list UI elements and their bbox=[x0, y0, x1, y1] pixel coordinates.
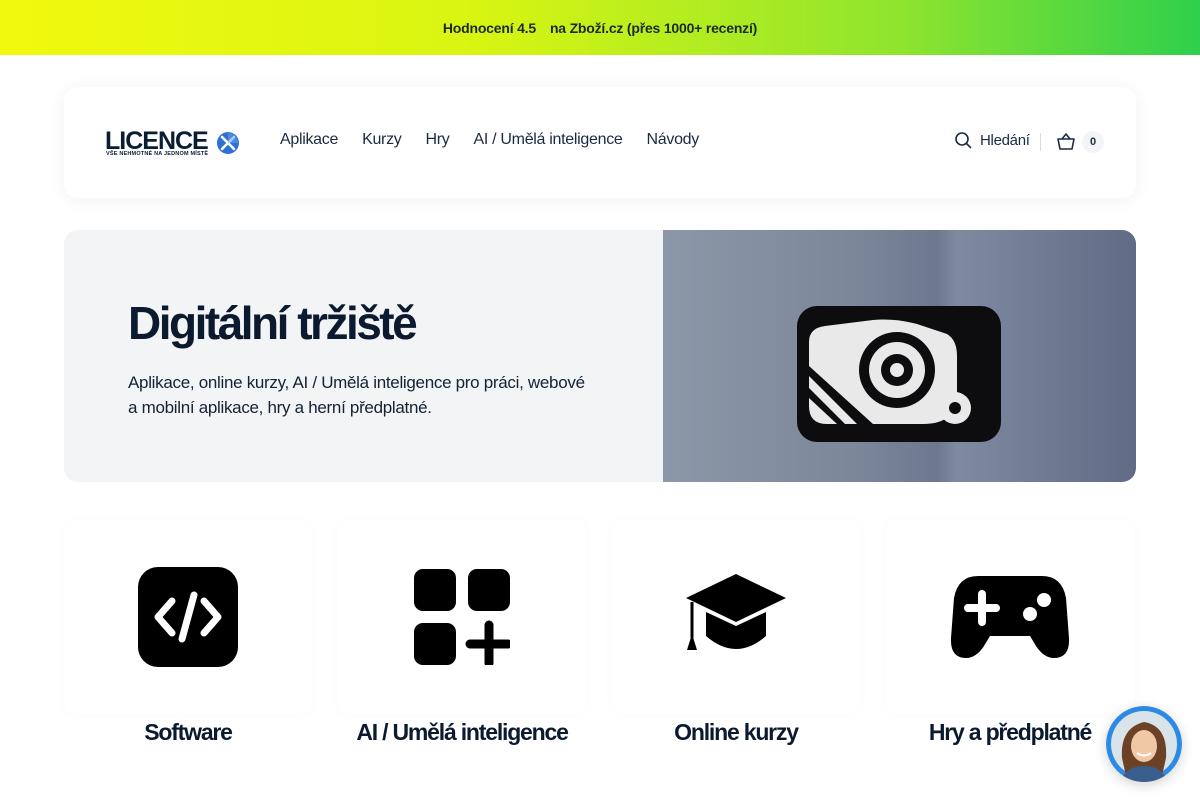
category-image bbox=[64, 520, 312, 714]
nav-item-ai[interactable]: AI / Umělá inteligence bbox=[473, 131, 622, 149]
category-ai[interactable]: AI / Umělá inteligence bbox=[338, 520, 586, 760]
category-image bbox=[612, 520, 860, 714]
search-label: Hledání bbox=[980, 131, 1030, 149]
hero-image bbox=[663, 230, 1136, 482]
category-software[interactable]: Software bbox=[64, 520, 312, 760]
main-nav: Aplikace Kurzy Hry AI / Umělá inteligenc… bbox=[280, 131, 699, 149]
nav-item-aplikace[interactable]: Aplikace bbox=[280, 131, 338, 149]
logo-mark-icon bbox=[217, 132, 239, 154]
promo-source[interactable]: na Zboží.cz (přes 1000+ recenzí) bbox=[550, 20, 757, 36]
apps-add-icon bbox=[414, 569, 510, 665]
nav-item-kurzy[interactable]: Kurzy bbox=[362, 131, 402, 149]
logo[interactable]: LICENCE VŠE NEHMOTNÉ NA JEDNOM MÍSTĚ bbox=[105, 128, 241, 160]
code-icon bbox=[138, 567, 238, 667]
cart-button[interactable]: 0 bbox=[1056, 130, 1106, 154]
header-divider bbox=[1040, 133, 1041, 151]
category-online-kurzy[interactable]: Online kurzy bbox=[612, 520, 860, 760]
search-icon bbox=[955, 132, 972, 149]
category-image bbox=[338, 520, 586, 714]
category-label: Software bbox=[144, 719, 233, 745]
category-image bbox=[886, 520, 1134, 714]
gamepad-icon bbox=[950, 576, 1070, 658]
chat-assistant-avatar[interactable] bbox=[1106, 706, 1182, 782]
graduation-cap-icon bbox=[686, 574, 786, 650]
assistant-portrait-icon bbox=[1106, 706, 1182, 782]
promo-bar: Hodnocení 4.5 na Zboží.cz (přes 1000+ re… bbox=[0, 0, 1200, 55]
promo-rating: Hodnocení 4.5 bbox=[442, 19, 536, 36]
hero-title: Digitální tržiště bbox=[128, 297, 418, 349]
site-header: LICENCE VŠE NEHMOTNÉ NA JEDNOM MÍSTĚ Apl… bbox=[64, 87, 1136, 198]
category-grid: Software AI / Umělá inteligence Online k… bbox=[64, 520, 1136, 760]
category-label: Online kurzy bbox=[674, 719, 799, 745]
logo-tagline: VŠE NEHMOTNÉ NA JEDNOM MÍSTĚ bbox=[106, 151, 209, 157]
cart-count-badge: 0 bbox=[1082, 131, 1104, 153]
hero-banner: Digitální tržiště Aplikace, online kurzy… bbox=[64, 230, 1136, 482]
category-label: Hry a předplatné bbox=[928, 719, 1092, 745]
hero-subtitle: Aplikace, online kurzy, AI / Umělá intel… bbox=[128, 373, 585, 417]
category-hry[interactable]: Hry a předplatné bbox=[886, 520, 1134, 760]
disc-drive-icon bbox=[797, 306, 1001, 442]
search-button[interactable]: Hledání bbox=[954, 131, 1030, 149]
basket-icon bbox=[1057, 133, 1075, 150]
nav-item-navody[interactable]: Návody bbox=[647, 131, 700, 149]
category-label: AI / Umělá inteligence bbox=[356, 719, 569, 745]
nav-item-hry[interactable]: Hry bbox=[425, 131, 449, 149]
